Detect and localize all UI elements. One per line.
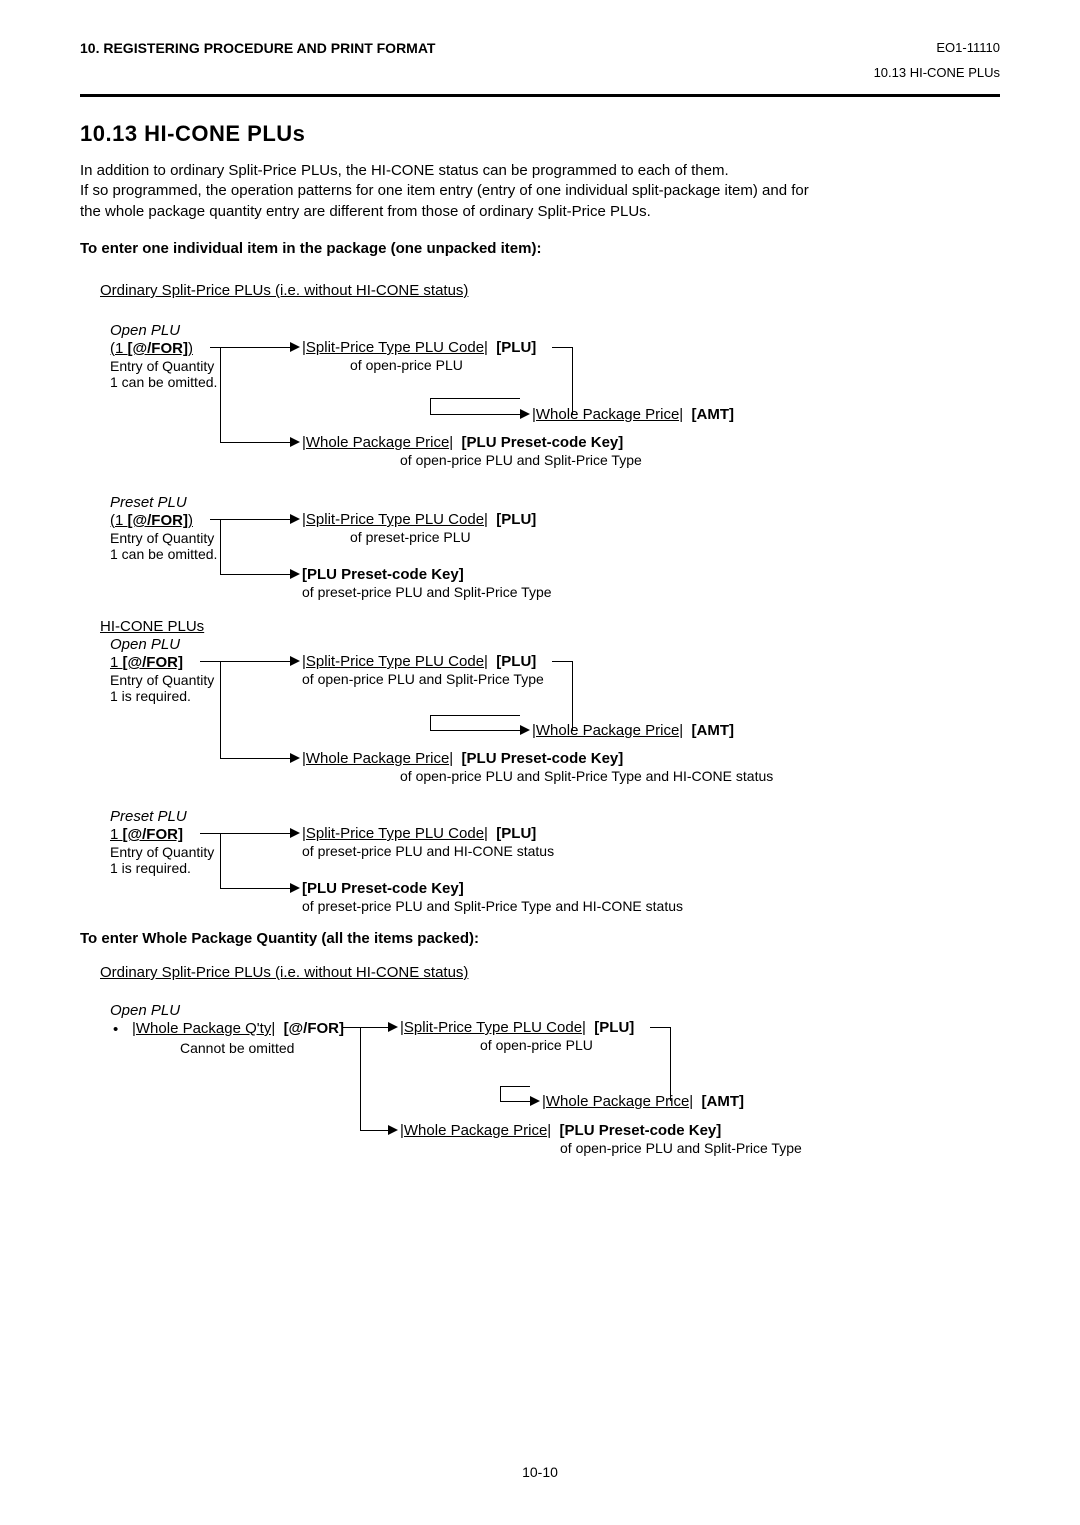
split-code: |Split-Price Type PLU Code| xyxy=(400,1019,586,1036)
qty-entry: |Whole Package Q'ty| [@/FOR] xyxy=(132,1020,344,1037)
subheading-whole-package: To enter Whole Package Quantity (all the… xyxy=(80,930,479,947)
flow-node: |Split-Price Type PLU Code| [PLU] xyxy=(400,1019,634,1036)
plu-key: [PLU] xyxy=(496,825,536,842)
flow-note: of open-price PLU and Split-Price Type xyxy=(560,1140,802,1156)
paren: ) xyxy=(188,340,193,357)
intro-line: If so programmed, the operation patterns… xyxy=(80,182,809,199)
flow-node: |Split-Price Type PLU Code| [PLU] xyxy=(302,653,536,670)
entry-note: Entry of Quantity xyxy=(110,844,214,860)
plu-key: [PLU] xyxy=(496,653,536,670)
entry-note: Entry of Quantity xyxy=(110,530,214,546)
split-code: |Split-Price Type PLU Code| xyxy=(302,825,488,842)
qty-entry: (1 [@/FOR]) xyxy=(110,340,193,357)
amt-key: [AMT] xyxy=(702,1093,744,1110)
flow-node: |Whole Package Price| [AMT] xyxy=(532,722,734,739)
whole-price: |Whole Package Price| xyxy=(302,434,453,451)
at-for-key: [@/FOR] xyxy=(123,654,183,671)
subheading-individual: To enter one individual item in the pack… xyxy=(80,240,1000,257)
flow-node: |Whole Package Price| [AMT] xyxy=(542,1093,744,1110)
flow-node: |Split-Price Type PLU Code| [PLU] xyxy=(302,511,536,528)
preset-plu-label: Preset PLU xyxy=(110,494,187,511)
header-rule xyxy=(80,94,1000,97)
one: 1 xyxy=(115,512,128,529)
plu-key: [PLU] xyxy=(496,339,536,356)
flow-note: of open-price PLU xyxy=(350,357,463,373)
preset-code-key: [PLU Preset-code Key] xyxy=(302,880,464,897)
diagram-layer: Ordinary Split-Price PLUs (i.e. without … xyxy=(80,0,1000,1525)
doc-id: EO1-11110 xyxy=(874,40,1000,55)
at-for-key: [@/FOR] xyxy=(128,512,188,529)
entry-note: Cannot be omitted xyxy=(180,1040,294,1056)
ordinary-label: Ordinary Split-Price PLUs (i.e. without … xyxy=(100,964,468,981)
qty-entry: (1 [@/FOR]) xyxy=(110,512,193,529)
split-code: |Split-Price Type PLU Code| xyxy=(302,653,488,670)
at-for-key: [@/FOR] xyxy=(284,1020,344,1037)
entry-note: 1 is required. xyxy=(110,688,191,704)
qty-entry: 1 [@/FOR] xyxy=(110,654,183,671)
flow-node: |Split-Price Type PLU Code| [PLU] xyxy=(302,339,536,356)
section-ref: 10.13 HI-CONE PLUs xyxy=(874,65,1000,80)
whole-price: |Whole Package Price| xyxy=(542,1093,693,1110)
flow-node: |Whole Package Price| [PLU Preset-code K… xyxy=(400,1122,721,1139)
page-number: 10-10 xyxy=(0,1464,1080,1480)
entry-note: 1 can be omitted. xyxy=(110,374,217,390)
preset-code-key: [PLU Preset-code Key] xyxy=(462,434,624,451)
chapter-title: 10. REGISTERING PROCEDURE AND PRINT FORM… xyxy=(80,40,435,56)
one: 1 xyxy=(110,826,123,843)
at-for-key: [@/FOR] xyxy=(123,826,183,843)
open-plu-label: Open PLU xyxy=(110,1002,180,1019)
preset-code-key: [PLU Preset-code Key] xyxy=(462,750,624,767)
header-right: EO1-11110 10.13 HI-CONE PLUs xyxy=(874,40,1000,80)
whole-price: |Whole Package Price| xyxy=(532,406,683,423)
split-code: |Split-Price Type PLU Code| xyxy=(302,339,488,356)
flow-note: of open-price PLU and Split-Price Type a… xyxy=(400,768,773,784)
whole-qty: |Whole Package Q'ty| xyxy=(132,1020,275,1037)
flow-node: |Whole Package Price| [PLU Preset-code K… xyxy=(302,750,623,767)
flow-note: of open-price PLU and Split-Price Type xyxy=(400,452,642,468)
intro-line: the whole package quantity entry are dif… xyxy=(80,203,651,220)
manual-page: 10. REGISTERING PROCEDURE AND PRINT FORM… xyxy=(0,0,1080,1525)
paren: ) xyxy=(188,512,193,529)
plu-key: [PLU] xyxy=(496,511,536,528)
flow-note: of preset-price PLU and HI-CONE status xyxy=(302,843,554,859)
one: 1 xyxy=(110,654,123,671)
flow-note: of open-price PLU xyxy=(480,1037,593,1053)
open-plu-label: Open PLU xyxy=(110,636,180,653)
entry-note: Entry of Quantity xyxy=(110,672,214,688)
amt-key: [AMT] xyxy=(692,722,734,739)
bullet: • xyxy=(113,1021,118,1038)
amt-key: [AMT] xyxy=(692,406,734,423)
section-title: 10.13 HI-CONE PLUs xyxy=(80,121,1000,147)
open-plu-label: Open PLU xyxy=(110,322,180,339)
plu-key: [PLU] xyxy=(594,1019,634,1036)
entry-note: Entry of Quantity xyxy=(110,358,214,374)
ordinary-label: Ordinary Split-Price PLUs (i.e. without … xyxy=(100,282,468,299)
whole-price: |Whole Package Price| xyxy=(400,1122,551,1139)
flow-node: |Split-Price Type PLU Code| [PLU] xyxy=(302,825,536,842)
whole-price: |Whole Package Price| xyxy=(532,722,683,739)
entry-note: 1 is required. xyxy=(110,860,191,876)
flow-node: |Whole Package Price| [PLU Preset-code K… xyxy=(302,434,623,451)
at-for-key: [@/FOR] xyxy=(128,340,188,357)
page-header: 10. REGISTERING PROCEDURE AND PRINT FORM… xyxy=(80,40,1000,80)
preset-plu-label: Preset PLU xyxy=(110,808,187,825)
flow-note: of preset-price PLU xyxy=(350,529,471,545)
one: 1 xyxy=(115,340,128,357)
whole-price: |Whole Package Price| xyxy=(302,750,453,767)
preset-code-key: [PLU Preset-code Key] xyxy=(560,1122,722,1139)
split-code: |Split-Price Type PLU Code| xyxy=(302,511,488,528)
flow-note: of preset-price PLU and Split-Price Type xyxy=(302,584,552,600)
qty-entry: 1 [@/FOR] xyxy=(110,826,183,843)
flow-note: of preset-price PLU and Split-Price Type… xyxy=(302,898,683,914)
entry-note: 1 can be omitted. xyxy=(110,546,217,562)
intro-line: In addition to ordinary Split-Price PLUs… xyxy=(80,162,729,179)
intro-paragraph: In addition to ordinary Split-Price PLUs… xyxy=(80,161,1000,222)
flow-note: of open-price PLU and Split-Price Type xyxy=(302,671,544,687)
preset-code-key: [PLU Preset-code Key] xyxy=(302,566,464,583)
hicone-label: HI-CONE PLUs xyxy=(100,618,204,635)
flow-node: |Whole Package Price| [AMT] xyxy=(532,406,734,423)
